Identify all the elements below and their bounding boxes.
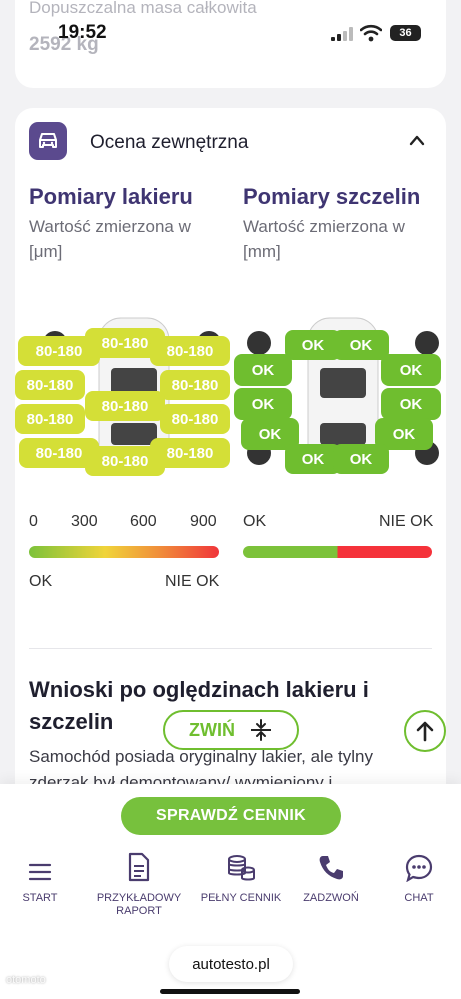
status-bar: 19:52 36 <box>0 0 461 52</box>
gap-reading: OK <box>381 388 441 420</box>
section-title[interactable]: Ocena zewnętrzna <box>90 132 248 154</box>
gap-reading: OK <box>333 444 389 474</box>
paint-scale-bar <box>29 546 219 558</box>
chat-icon <box>374 846 461 882</box>
paint-reading: 80-180 <box>85 446 165 476</box>
signal-icon <box>331 27 353 41</box>
arrow-up-icon <box>416 721 434 742</box>
paint-scale-300: 300 <box>71 513 98 530</box>
paint-subtitle: Wartość zmierzona w [μm] <box>29 217 191 261</box>
collapse-button[interactable]: ZWIŃ <box>163 710 299 750</box>
paint-bar-ok: OK <box>29 573 53 590</box>
paint-reading: 80-180 <box>15 404 85 434</box>
gaps-scale-not-ok: NIE OK <box>379 513 434 530</box>
gap-reading: OK <box>234 354 292 386</box>
nav-start[interactable]: START <box>0 846 85 905</box>
paint-reading: 80-180 <box>160 370 230 400</box>
nav-label: CHAT <box>404 892 434 904</box>
gaps-scale-ok: OK <box>243 513 267 530</box>
gaps-scale-bar <box>243 546 432 558</box>
gap-reading: OK <box>333 330 389 360</box>
nav-chat[interactable]: CHAT <box>374 846 461 905</box>
status-time: 19:52 <box>58 22 107 43</box>
nav-label: ZADZWOŃ <box>303 892 359 904</box>
wifi-icon <box>360 24 382 42</box>
home-indicator <box>160 989 300 994</box>
paint-reading: 80-180 <box>150 336 230 366</box>
collapse-icon <box>250 719 271 741</box>
nav-sample-report[interactable]: PRZYKŁADOWY RAPORT <box>94 846 184 918</box>
check-pricing-button[interactable]: SPRAWDŹ CENNIK <box>121 797 341 835</box>
gaps-subtitle: Wartość zmierzona w [mm] <box>243 217 405 261</box>
coins-icon <box>196 846 286 882</box>
gap-reading: OK <box>381 354 441 386</box>
document-icon <box>94 846 184 882</box>
nav-label: START <box>22 892 58 904</box>
gaps-title: Pomiary szczelin <box>243 184 421 209</box>
battery-indicator: 36 <box>390 25 421 41</box>
nav-label: PRZYKŁADOWY RAPORT <box>96 892 182 917</box>
scroll-top-button[interactable] <box>404 710 446 752</box>
phone-icon <box>286 846 376 882</box>
paint-bar-not-ok: NIE OK <box>165 573 220 590</box>
chevron-up-icon[interactable] <box>409 134 425 146</box>
menu-icon <box>0 846 85 882</box>
nav-label: PEŁNY CENNIK <box>200 892 282 904</box>
car-icon <box>29 122 67 160</box>
paint-scale-600: 600 <box>130 513 157 530</box>
nav-full-pricing[interactable]: PEŁNY CENNIK <box>196 846 286 905</box>
nav-call[interactable]: ZADZWOŃ <box>286 846 376 905</box>
paint-scale-0: 0 <box>29 513 38 530</box>
divider <box>29 648 432 649</box>
paint-reading: 80-180 <box>160 404 230 434</box>
url-bar[interactable]: autotesto.pl <box>169 946 293 982</box>
paint-reading: 80-180 <box>85 391 165 421</box>
paint-title: Pomiary lakieru <box>29 184 193 209</box>
bottom-bar: SPRAWDŹ CENNIK START PRZYKŁADOWY RAPORT … <box>0 784 461 999</box>
collapse-label: ZWIŃ <box>189 719 235 740</box>
paint-reading: 80-180 <box>15 370 85 400</box>
gap-reading: OK <box>234 388 292 420</box>
watermark: otomoto <box>6 974 46 986</box>
paint-scale-900: 900 <box>190 513 217 530</box>
